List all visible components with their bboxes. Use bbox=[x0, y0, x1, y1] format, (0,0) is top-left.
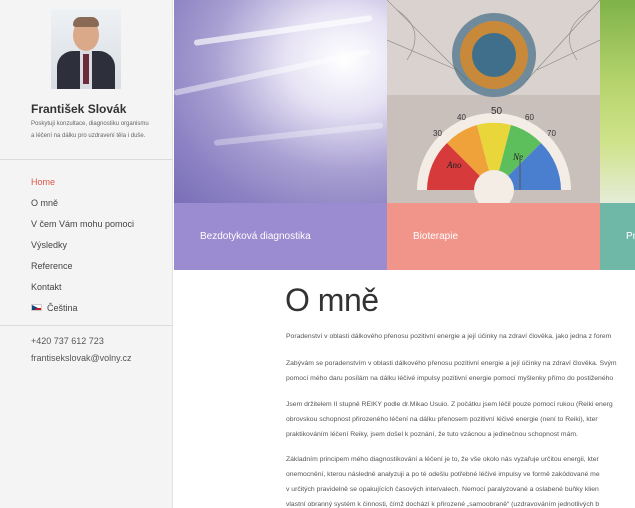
main-nav: Home O mně V čem Vám mohu pomoci Výsledk… bbox=[31, 171, 134, 318]
paragraph-line: praktikováním léčení Reiky, jsem došel k… bbox=[286, 431, 578, 438]
nav-item-contact[interactable]: Kontakt bbox=[31, 276, 134, 297]
paragraph-line: vlastní obranný systém k činnosti, čímž … bbox=[286, 501, 600, 508]
nav-item-results[interactable]: Výsledky bbox=[31, 234, 134, 255]
nav-item-home[interactable]: Home bbox=[31, 171, 134, 192]
avatar bbox=[51, 9, 121, 89]
contact-email[interactable]: frantisekslovak@volny.cz bbox=[31, 353, 132, 363]
chart-number-60: 60 bbox=[525, 113, 534, 122]
nav-item-services[interactable]: V čem Vám mohu pomoci bbox=[31, 213, 134, 234]
tile-third[interactable]: Pr bbox=[600, 0, 635, 270]
divider bbox=[0, 159, 173, 160]
chart-number-40: 40 bbox=[457, 113, 466, 122]
language-label: Čeština bbox=[47, 302, 78, 313]
chart-number-30: 30 bbox=[433, 129, 442, 138]
tile-caption: Bioterapie bbox=[387, 203, 600, 270]
divider bbox=[0, 325, 173, 326]
nav-item-references[interactable]: Reference bbox=[31, 255, 134, 276]
chart-number-50: 50 bbox=[491, 106, 503, 117]
tile-biotherapy[interactable]: 50 40 60 30 70 Ano Ne Bioterapie bbox=[387, 0, 600, 270]
contact-phone[interactable]: +420 737 612 723 bbox=[31, 336, 104, 346]
trees-image bbox=[600, 0, 635, 203]
czech-flag-icon bbox=[31, 304, 42, 311]
tile-caption: Pr bbox=[600, 203, 635, 270]
biotherapy-image: 50 40 60 30 70 Ano Ne bbox=[387, 0, 600, 210]
service-banner: Bezdotyková diagnostika 50 40 60 30 70 A… bbox=[174, 0, 635, 270]
diagnostics-image bbox=[174, 0, 387, 203]
paragraph-line: pomocí mého daru posílám na dálku léčivé… bbox=[286, 375, 614, 382]
tile-caption: Bezdotyková diagnostika bbox=[174, 203, 387, 270]
chart-number-70: 70 bbox=[547, 129, 556, 138]
tile-diagnostics[interactable]: Bezdotyková diagnostika bbox=[174, 0, 387, 270]
nav-item-language[interactable]: Čeština bbox=[31, 297, 134, 318]
profile-tagline: Poskytuji konzultace, diagnostiku organi… bbox=[31, 121, 149, 139]
paragraph-line: Poradenství v oblasti dálkového přenosu … bbox=[286, 333, 612, 340]
page-title: O mně bbox=[285, 282, 379, 318]
profile-name: František Slovák bbox=[31, 102, 127, 116]
sidebar: František Slovák Poskytuji konzultace, d… bbox=[0, 0, 173, 508]
nav-item-about[interactable]: O mně bbox=[31, 192, 134, 213]
chart-word-ano: Ano bbox=[446, 160, 462, 170]
chart-word-ne: Ne bbox=[512, 152, 523, 162]
pendulum-chart-image: 50 40 60 30 70 Ano Ne bbox=[387, 0, 600, 210]
